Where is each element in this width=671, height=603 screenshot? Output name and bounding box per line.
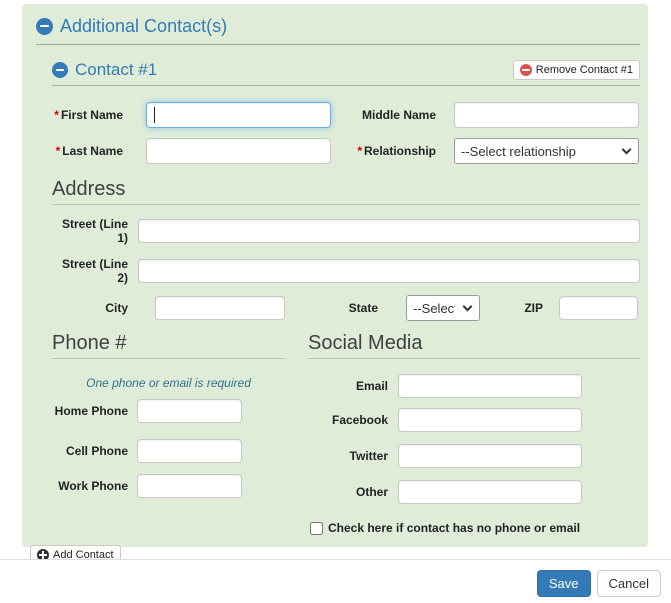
email-label: Email [308,379,388,393]
relationship-select-wrap: --Select relationship [454,138,639,164]
collapse-contact-minus-icon[interactable] [52,62,68,78]
name-row-1: *First Name Middle Name [52,102,640,128]
facebook-input[interactable] [398,408,582,432]
no-phone-checkbox[interactable] [310,522,323,535]
required-marker: * [54,108,59,122]
modal-footer: Save Cancel [0,559,671,597]
additional-contacts-header: Additional Contact(s) [36,16,640,37]
street2-input[interactable] [138,259,640,283]
city-state-zip-row: City State --Select ZIP [52,295,640,321]
last-name-label: *Last Name [52,144,123,158]
social-section-title: Social Media [308,332,640,354]
middle-name-label: Middle Name [346,108,436,122]
cell-phone-label: Cell Phone [52,444,128,458]
no-phone-checkbox-label: Check here if contact has no phone or em… [328,521,580,535]
email-input[interactable] [398,374,582,398]
middle-name-input[interactable] [454,102,639,128]
state-label: State [343,301,378,315]
contact-1-section: Contact #1 Remove Contact #1 *First Name… [30,60,640,535]
contact-title: Contact #1 [75,60,157,80]
street1-input[interactable] [138,219,640,243]
panel-title: Additional Contact(s) [60,16,227,37]
facebook-row: Facebook [308,408,640,432]
phone-or-email-note: One phone or email is required [52,376,285,390]
zip-input[interactable] [559,296,638,320]
first-name-label: *First Name [52,108,123,122]
phone-section-title: Phone # [52,332,285,354]
twitter-input[interactable] [398,444,582,468]
collapse-minus-icon[interactable] [36,18,53,35]
remove-minus-icon [520,64,532,76]
remove-contact-button[interactable]: Remove Contact #1 [513,60,640,80]
street2-label: Street (Line 2) [52,257,128,285]
first-name-input[interactable] [146,102,331,128]
last-name-input[interactable] [146,138,331,164]
cell-phone-row: Cell Phone [52,439,285,463]
cancel-button[interactable]: Cancel [597,570,661,597]
phone-social-columns: Phone # One phone or email is required H… [52,332,640,535]
street1-row: Street (Line 1) [52,217,640,245]
social-column: Social Media Email Facebook Twitter Othe… [308,332,640,535]
save-button[interactable]: Save [537,570,591,597]
text-cursor [154,107,155,123]
remove-contact-label: Remove Contact #1 [536,64,633,76]
contact-1-header: Contact #1 Remove Contact #1 [52,60,640,80]
relationship-label: *Relationship [346,144,436,158]
other-row: Other [308,480,640,504]
header-divider [36,44,640,45]
home-phone-input[interactable] [137,399,242,423]
phone-divider [52,358,285,359]
contact-header-divider [52,85,640,86]
address-divider [52,204,640,205]
twitter-row: Twitter [308,444,640,468]
other-input[interactable] [398,480,582,504]
city-input[interactable] [155,296,285,320]
work-phone-input[interactable] [137,474,242,498]
social-divider [308,358,640,359]
address-section-title: Address [52,178,640,200]
email-row: Email [308,374,640,398]
first-name-input-wrap [146,102,331,128]
no-phone-checkbox-row: Check here if contact has no phone or em… [310,521,640,535]
required-marker: * [56,144,61,158]
twitter-label: Twitter [308,449,388,463]
state-select-wrap: --Select [406,295,480,321]
city-label: City [52,301,128,315]
home-phone-row: Home Phone [52,399,285,423]
phone-column: Phone # One phone or email is required H… [52,332,285,498]
work-phone-label: Work Phone [52,479,128,493]
cell-phone-input[interactable] [137,439,242,463]
relationship-select[interactable]: --Select relationship [454,138,639,164]
state-select[interactable]: --Select [406,295,480,321]
home-phone-label: Home Phone [52,404,128,418]
name-row-2: *Last Name *Relationship --Select relati… [52,138,640,164]
required-marker: * [357,144,362,158]
additional-contacts-panel: Additional Contact(s) Contact #1 Remove … [22,4,648,547]
street1-label: Street (Line 1) [52,217,128,245]
other-label: Other [308,485,388,499]
zip-label: ZIP [518,301,543,315]
work-phone-row: Work Phone [52,474,285,498]
facebook-label: Facebook [308,413,388,427]
street2-row: Street (Line 2) [52,257,640,285]
